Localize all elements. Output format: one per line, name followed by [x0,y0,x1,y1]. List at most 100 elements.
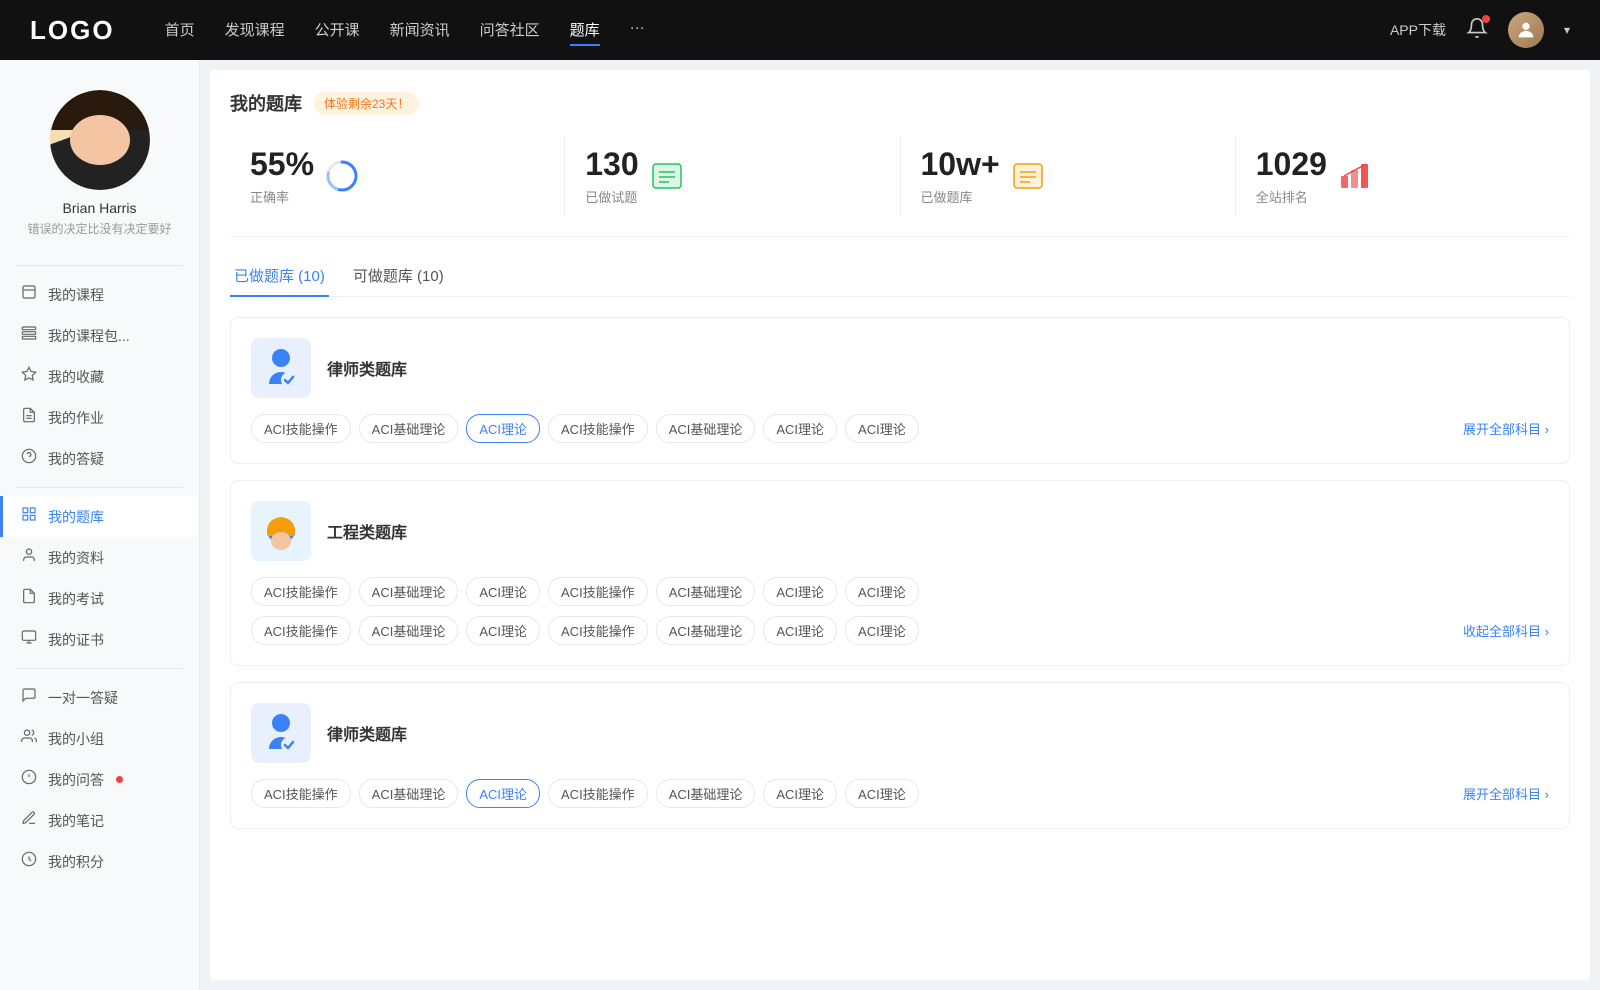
stat-value-rank: 1029 [1256,146,1327,183]
sidebar-item-myqa[interactable]: 我的问答 [0,759,199,800]
tag-l1-7[interactable]: ACI理论 [845,414,919,443]
sidebar-label-myqa: 我的问答 [48,770,104,790]
certificate-icon [20,629,38,650]
collapse-link-engineer[interactable]: 收起全部科目 › [1463,621,1549,640]
bank-icon-engineer [251,501,311,561]
tag-l2-7[interactable]: ACI理论 [845,779,919,808]
bank-section-lawyer-2: 律师类题库 ACI技能操作 ACI基础理论 ACI理论 ACI技能操作 ACI基… [230,682,1570,829]
user-menu-chevron[interactable]: ▾ [1564,23,1570,37]
app-download[interactable]: APP下载 [1390,20,1446,40]
tag-l1-5[interactable]: ACI基础理论 [656,414,756,443]
sidebar-item-courses[interactable]: 我的课程 [0,274,199,315]
tag-e2-6[interactable]: ACI理论 [763,616,837,645]
notification-dot [1482,15,1490,23]
nav-item-news[interactable]: 新闻资讯 [390,15,450,46]
tag-e1-4[interactable]: ACI技能操作 [548,577,648,606]
tag-l1-1[interactable]: ACI技能操作 [251,414,351,443]
exam-icon [20,588,38,609]
myqa-dot [116,776,123,783]
sidebar-user-name: Brian Harris [63,200,137,216]
sidebar-item-1to1[interactable]: 一对一答疑 [0,677,199,718]
myqa-icon [20,769,38,790]
sidebar-item-questions[interactable]: 我的答疑 [0,438,199,479]
tag-e1-5[interactable]: ACI基础理论 [656,577,756,606]
sidebar-label-1to1: 一对一答疑 [48,688,118,708]
sidebar-item-notes[interactable]: 我的笔记 [0,800,199,841]
tag-l1-2[interactable]: ACI基础理论 [359,414,459,443]
bank-title-engineer: 工程类题库 [327,519,407,543]
tag-e1-1[interactable]: ACI技能操作 [251,577,351,606]
tag-l2-6[interactable]: ACI理论 [763,779,837,808]
stat-label-banks: 已做题库 [921,187,1000,206]
nav-item-bank[interactable]: 题库 [570,15,600,46]
tag-e1-2[interactable]: ACI基础理论 [359,577,459,606]
tag-l1-4[interactable]: ACI技能操作 [548,414,648,443]
tabs-row: 已做题库 (10) 可做题库 (10) [230,257,1570,297]
homework-icon [20,407,38,428]
packages-icon [20,325,38,346]
questions-icon [20,448,38,469]
tag-l2-2[interactable]: ACI基础理论 [359,779,459,808]
nav-item-open[interactable]: 公开课 [315,15,360,46]
nav-item-home[interactable]: 首页 [165,15,195,46]
nav-item-qa[interactable]: 问答社区 [480,15,540,46]
tag-e2-2[interactable]: ACI基础理论 [359,616,459,645]
sidebar-label-homework: 我的作业 [48,408,104,428]
sidebar-label-notes: 我的笔记 [48,811,104,831]
stats-row: 55% 正确率 130 已做试题 [230,136,1570,237]
tag-e2-5[interactable]: ACI基础理论 [656,616,756,645]
sidebar-avatar [50,90,150,190]
tab-available[interactable]: 可做题库 (10) [349,257,448,296]
expand-link-lawyer-2[interactable]: 展开全部科目 › [1463,784,1549,803]
tag-l1-3[interactable]: ACI理论 [466,414,540,443]
stat-correct-rate: 55% 正确率 [230,136,565,216]
nav-item-discover[interactable]: 发现课程 [225,15,285,46]
sidebar-item-exam[interactable]: 我的考试 [0,578,199,619]
stat-value-banks: 10w+ [921,146,1000,183]
nav-item-more[interactable]: ··· [630,15,645,46]
sidebar-item-certificate[interactable]: 我的证书 [0,619,199,660]
favorites-icon [20,366,38,387]
tag-e1-7[interactable]: ACI理论 [845,577,919,606]
stat-done-banks: 10w+ 已做题库 [901,136,1236,216]
sidebar-item-favorites[interactable]: 我的收藏 [0,356,199,397]
sidebar-item-course-packages[interactable]: 我的课程包... [0,315,199,356]
sidebar-item-homework[interactable]: 我的作业 [0,397,199,438]
sidebar-item-group[interactable]: 我的小组 [0,718,199,759]
sidebar-label-packages: 我的课程包... [48,326,130,346]
user-avatar[interactable] [1508,12,1544,48]
stat-done-questions: 130 已做试题 [565,136,900,216]
tag-l1-6[interactable]: ACI理论 [763,414,837,443]
tab-done[interactable]: 已做题库 (10) [230,257,329,296]
tags-row2-engineer: ACI技能操作 ACI基础理论 ACI理论 ACI技能操作 ACI基础理论 AC… [251,616,1549,645]
tag-e2-4[interactable]: ACI技能操作 [548,616,648,645]
stat-rank: 1029 全站排名 [1236,136,1570,216]
stat-label-correct: 正确率 [250,187,314,206]
bank-header-lawyer-1: 律师类题库 [251,338,1549,398]
tag-e2-7[interactable]: ACI理论 [845,616,919,645]
main-layout: Brian Harris 错误的决定比没有决定要好 我的课程 我的课程包... … [0,60,1600,990]
bank-icon-lawyer-1 [251,338,311,398]
sidebar-item-profile[interactable]: 我的资料 [0,537,199,578]
tag-l2-4[interactable]: ACI技能操作 [548,779,648,808]
bank-header-engineer: 工程类题库 [251,501,1549,561]
sidebar-divider-top [16,265,183,266]
bank-header-lawyer-2: 律师类题库 [251,703,1549,763]
bank-section-engineer: 工程类题库 ACI技能操作 ACI基础理论 ACI理论 ACI技能操作 ACI基… [230,480,1570,666]
tag-l2-3[interactable]: ACI理论 [466,779,540,808]
sidebar-item-points[interactable]: 我的积分 [0,841,199,882]
tag-e1-3[interactable]: ACI理论 [466,577,540,606]
sidebar-item-bank[interactable]: 我的题库 [0,496,199,537]
sidebar-label-bank: 我的题库 [48,507,104,527]
sidebar-divider-lower [16,668,183,669]
notes-icon [20,810,38,831]
expand-link-lawyer-1[interactable]: 展开全部科目 › [1463,419,1549,438]
stat-icon-rank [1337,158,1373,194]
tags-row1-engineer: ACI技能操作 ACI基础理论 ACI理论 ACI技能操作 ACI基础理论 AC… [251,577,1549,606]
tag-e2-3[interactable]: ACI理论 [466,616,540,645]
tag-l2-5[interactable]: ACI基础理论 [656,779,756,808]
tag-e2-1[interactable]: ACI技能操作 [251,616,351,645]
tag-l2-1[interactable]: ACI技能操作 [251,779,351,808]
notification-bell[interactable] [1466,17,1488,44]
tag-e1-6[interactable]: ACI理论 [763,577,837,606]
